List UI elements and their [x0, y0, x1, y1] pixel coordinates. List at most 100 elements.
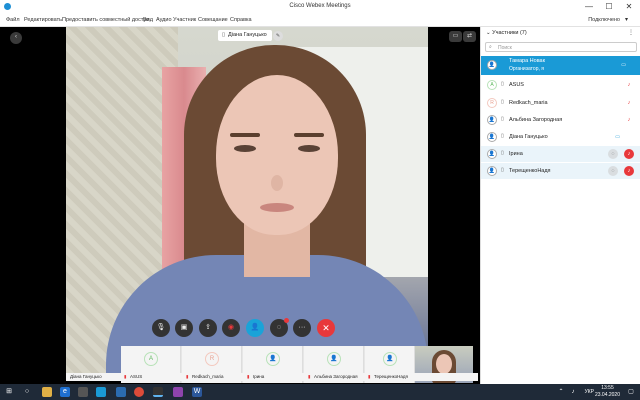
more-options-button[interactable]: ···	[293, 319, 311, 337]
word-icon[interactable]: W	[192, 387, 202, 397]
avatar: 👤	[487, 149, 497, 159]
menu-help[interactable]: Справка	[230, 17, 252, 23]
connection-status[interactable]: Подключено	[588, 17, 620, 23]
avatar: 👤	[487, 132, 497, 142]
share-icon: ⇪	[205, 324, 211, 331]
participant-row[interactable]: 👤 ▯ ТерещенкоНадя ◌ ♪	[481, 163, 640, 179]
chevron-down-icon[interactable]: ⌄	[486, 30, 491, 36]
mic-muted-icon[interactable]: ♪	[624, 149, 634, 159]
mic-muted-icon[interactable]: ♪	[624, 80, 634, 90]
chrome-icon[interactable]	[134, 387, 144, 397]
layout-button[interactable]: ▭	[449, 31, 462, 42]
avatar: 👤	[327, 352, 341, 366]
pin-icon[interactable]: ✎	[273, 31, 283, 41]
device-icon: ▯	[501, 116, 504, 122]
menu-edit[interactable]: Редактировать	[24, 17, 62, 23]
participant-row[interactable]: R ▯ Redkach_maria ♪	[481, 95, 640, 111]
swap-video-button[interactable]: ⇄	[463, 31, 476, 42]
app-icon[interactable]	[173, 387, 183, 397]
menu-share[interactable]: Предоставить совместный доступ	[62, 17, 149, 23]
clock-time: 13:55	[601, 385, 614, 391]
mail-icon[interactable]	[96, 387, 106, 397]
participant-row[interactable]: 👤 ▯ Ірина ◌ ♪	[481, 146, 640, 162]
menu-view[interactable]: Вид	[143, 17, 153, 23]
avatar: A	[487, 80, 497, 90]
participant-role: Организатор, я	[509, 66, 544, 72]
panel-menu-button[interactable]: ⋮	[628, 29, 634, 36]
avatar: 👤	[383, 352, 397, 366]
chevron-up-icon[interactable]: ⌃	[556, 387, 566, 397]
active-speaker-label: ▯ Діана Гануцько	[218, 30, 272, 41]
language-indicator[interactable]: УКР	[585, 389, 594, 395]
participant-row[interactable]: 👤 ▯ Діана Гануцько ▭	[481, 129, 640, 145]
more-icon: ···	[298, 324, 306, 331]
chat-button[interactable]: ◌	[270, 318, 289, 337]
mute-button[interactable]: 🎙	[152, 319, 170, 337]
video-button[interactable]: ▣	[175, 319, 193, 337]
share-button[interactable]: ⇪	[199, 319, 217, 337]
avatar: 👤	[266, 352, 280, 366]
windows-taskbar: ⊞ ○ e W ⌃ ♪ УКР 13:55 23.04.2020 ▢	[0, 384, 640, 400]
speaker-eye	[234, 145, 256, 152]
participant-row-host[interactable]: 👤 Тамара Новак Организатор, я ▭	[481, 56, 640, 75]
active-speaker-name: Діана Гануцько	[228, 32, 267, 38]
mic-muted-icon[interactable]: ♪	[624, 98, 634, 108]
speaker-brow	[294, 133, 324, 137]
participant-name: Альбина Загородная	[509, 117, 563, 123]
mic-icon: ▯	[222, 32, 226, 38]
search-placeholder: Поиск	[498, 45, 512, 51]
mic-muted-icon: ▮	[186, 374, 189, 379]
menu-meeting[interactable]: Совещание	[198, 17, 228, 23]
speaker-brow	[230, 133, 260, 137]
mic-muted-icon[interactable]: ♪	[624, 115, 634, 125]
notifications-icon[interactable]: ▢	[626, 387, 636, 397]
mic-muted-icon: ▮	[308, 374, 311, 379]
chevron-down-icon[interactable]: ▾	[625, 16, 628, 23]
windows-start-icon[interactable]: ⊞	[4, 387, 14, 397]
maximize-button[interactable]: ☐	[602, 1, 616, 12]
video-icon: ▣	[180, 324, 188, 331]
speaker-eye	[298, 145, 320, 152]
strip-name: ASUS	[130, 374, 143, 379]
collapse-panel-button[interactable]: ‹	[10, 32, 22, 44]
participant-name: Діана Гануцько	[509, 134, 548, 140]
chat-icon[interactable]: ◌	[608, 166, 618, 176]
strip-name: ТерещенкоНадя	[374, 374, 408, 379]
avatar: 👤	[487, 166, 497, 176]
menu-file[interactable]: Файл	[6, 17, 20, 23]
search-icon: ⌕	[489, 44, 492, 50]
mic-off-icon: 🎙	[156, 324, 166, 331]
participant-name: Redkach_maria	[509, 100, 548, 106]
avatar: A	[144, 352, 158, 366]
participant-row[interactable]: A ▯ ASUS ♪	[481, 77, 640, 93]
minimize-button[interactable]: —	[582, 1, 596, 12]
participants-button[interactable]: 👤	[246, 319, 264, 337]
menu-bar: Файл Редактировать Предоставить совместн…	[0, 13, 640, 27]
device-icon: ▯	[501, 167, 504, 173]
store-icon[interactable]	[78, 387, 88, 397]
file-explorer-icon[interactable]	[42, 387, 52, 397]
webex-taskbar-icon[interactable]	[153, 387, 163, 397]
participants-icon: 👤	[250, 324, 260, 331]
volume-icon[interactable]: ♪	[568, 387, 578, 397]
leave-meeting-button[interactable]: ✕	[317, 319, 335, 337]
clock[interactable]: 13:55 23.04.2020	[595, 385, 620, 399]
menu-audio[interactable]: Аудио	[156, 17, 172, 23]
close-window-button[interactable]: ✕	[622, 1, 636, 12]
chat-icon[interactable]: ◌	[608, 149, 618, 159]
avatar: R	[205, 352, 219, 366]
participant-name: ASUS	[509, 82, 524, 88]
active-speaker-video[interactable]	[66, 27, 428, 373]
participant-search-input[interactable]: ⌕ Поиск	[485, 42, 637, 52]
participant-row[interactable]: 👤 ▯ Альбина Загородная ♪	[481, 112, 640, 128]
device-icon: ▯	[501, 81, 504, 87]
search-icon[interactable]: ○	[22, 387, 32, 397]
filmstrip-name-strip: Діана Гануцько ▮ ASUS ▮ Redkach_maria ▮ …	[66, 373, 478, 381]
app-icon[interactable]	[116, 387, 126, 397]
panel-header[interactable]: ⌄ Участники (7)	[486, 30, 527, 36]
mic-muted-icon[interactable]: ♪	[624, 166, 634, 176]
record-button[interactable]: ◉	[222, 319, 240, 337]
edge-browser-icon[interactable]: e	[60, 387, 70, 397]
menu-participant[interactable]: Участник	[173, 17, 196, 23]
mic-muted-icon: ▮	[368, 374, 371, 379]
